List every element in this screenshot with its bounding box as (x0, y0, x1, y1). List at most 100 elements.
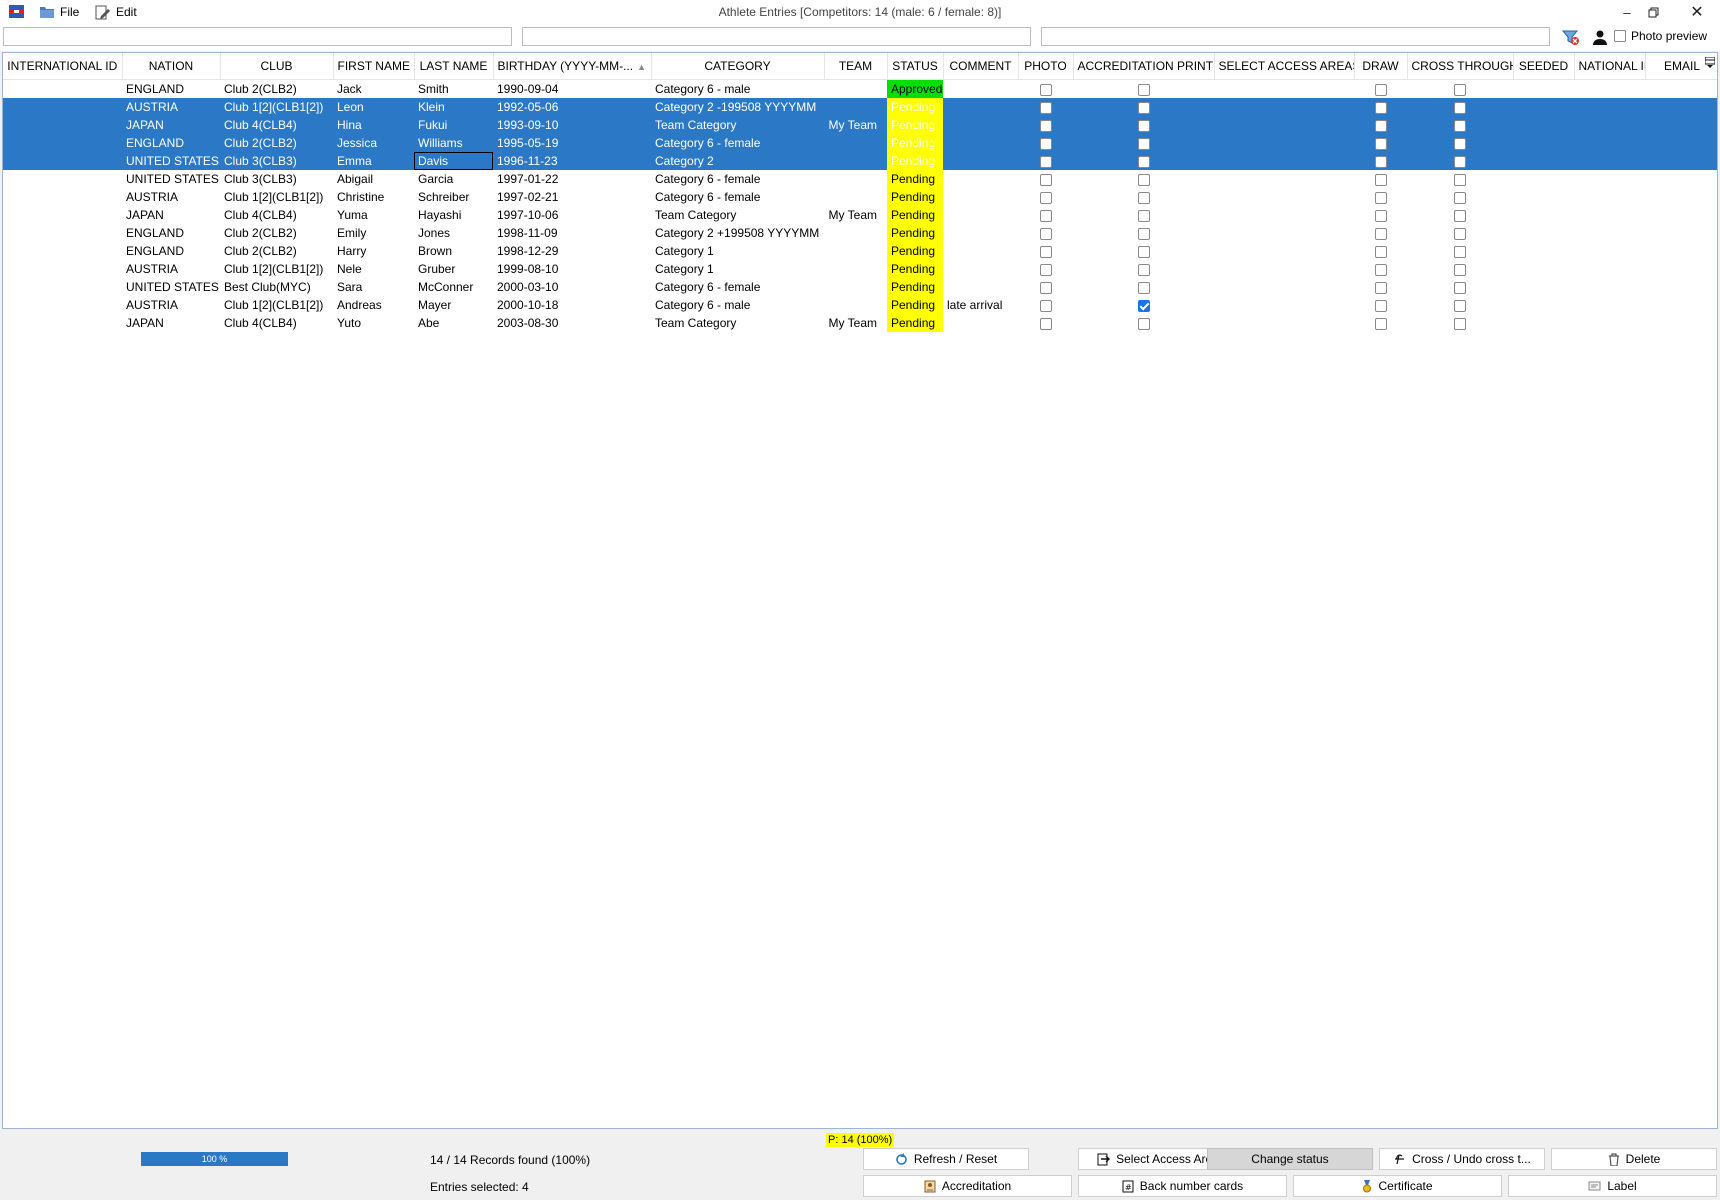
team-cell[interactable] (824, 278, 887, 296)
comment-cell[interactable]: late arrival (943, 296, 1018, 314)
comment-cell[interactable] (943, 98, 1018, 116)
cross-through-checkbox[interactable] (1454, 317, 1466, 330)
accreditation-print-checkbox[interactable] (1137, 173, 1150, 186)
nation-cell[interactable]: AUSTRIA (122, 260, 220, 278)
first-name-cell[interactable]: Jack (333, 80, 414, 99)
category-cell[interactable]: Team Category (651, 314, 824, 332)
select-access-areas-cell[interactable] (1214, 278, 1354, 296)
nation-cell[interactable]: ENGLAND (122, 80, 220, 99)
birthday-cell[interactable]: 2000-10-18 (493, 296, 651, 314)
national-id-cell[interactable] (1574, 314, 1645, 332)
birthday-cell[interactable]: 1997-10-06 (493, 206, 651, 224)
club-cell[interactable]: Best Club(MYC) (220, 278, 333, 296)
last-name-cell[interactable]: Klein (414, 98, 493, 116)
national-id-cell[interactable] (1574, 242, 1645, 260)
club-cell[interactable]: Club 2(CLB2) (220, 80, 333, 99)
team-cell[interactable] (824, 152, 887, 170)
photo-checkbox[interactable] (1039, 263, 1052, 276)
select-access-areas-cell[interactable] (1214, 296, 1354, 314)
last-name-cell[interactable]: Williams (414, 134, 493, 152)
status-cell[interactable]: Pending (887, 170, 943, 188)
column-header[interactable]: DRAW (1354, 53, 1408, 80)
last-name-cell[interactable]: Garcia (414, 170, 493, 188)
nation-cell[interactable]: JAPAN (122, 116, 220, 134)
select-access-areas-cell[interactable] (1214, 98, 1354, 116)
team-cell[interactable]: My Team (824, 116, 887, 134)
draw-checkbox[interactable] (1374, 245, 1387, 258)
accreditation-print-checkbox[interactable] (1137, 227, 1150, 240)
first-name-cell[interactable]: Hina (333, 116, 414, 134)
seeded-cell[interactable] (1513, 152, 1574, 170)
team-cell[interactable] (824, 170, 887, 188)
last-name-cell[interactable]: Mayer (414, 296, 493, 314)
last-name-cell[interactable]: McConner (414, 278, 493, 296)
first-name-cell[interactable]: Yuma (333, 206, 414, 224)
nation-cell[interactable]: UNITED STATES (122, 152, 220, 170)
nation-cell[interactable]: ENGLAND (122, 224, 220, 242)
comment-cell[interactable] (943, 134, 1018, 152)
column-header[interactable]: STATUS (887, 53, 944, 80)
accreditation-print-checkbox[interactable] (1137, 317, 1150, 330)
draw-checkbox[interactable] (1374, 227, 1387, 240)
draw-checkbox[interactable] (1374, 101, 1387, 114)
cross-through-checkbox[interactable] (1454, 281, 1466, 294)
email-cell[interactable] (1645, 152, 1717, 170)
international-id-cell[interactable] (3, 80, 122, 99)
birthday-cell[interactable]: 1996-11-23 (493, 152, 651, 170)
table-row[interactable]: ENGLAND Club 2(CLB2) Jack Smith 1990-09-04 Ca… (3, 79, 1717, 99)
first-name-cell[interactable]: Harry (333, 242, 414, 260)
email-cell[interactable] (1645, 296, 1717, 314)
cross-through-checkbox[interactable] (1454, 191, 1466, 204)
cross-through-checkbox[interactable] (1454, 173, 1466, 186)
status-cell[interactable]: Pending (887, 242, 943, 260)
birthday-cell[interactable]: 2000-03-10 (493, 278, 651, 296)
category-cell[interactable]: Category 1 (651, 260, 824, 278)
draw-checkbox[interactable] (1374, 281, 1387, 294)
team-cell[interactable] (824, 296, 887, 314)
seeded-cell[interactable] (1513, 98, 1574, 116)
column-header[interactable]: PHOTO (1018, 53, 1074, 80)
comment-cell[interactable] (943, 116, 1018, 134)
seeded-cell[interactable] (1513, 278, 1574, 296)
last-name-cell[interactable]: Smith (414, 80, 493, 99)
table-row[interactable]: UNITED STATES Club 3(CLB3) Emma Davis 1996-1… (3, 152, 1717, 170)
email-cell[interactable] (1645, 188, 1717, 206)
cross-through-checkbox[interactable] (1454, 227, 1466, 240)
team-cell[interactable]: My Team (824, 206, 887, 224)
accreditation-print-checkbox[interactable] (1137, 101, 1150, 114)
category-cell[interactable]: Category 6 - female (651, 278, 824, 296)
nation-cell[interactable]: UNITED STATES (122, 170, 220, 188)
restore-button[interactable] (1630, 0, 1676, 24)
first-name-cell[interactable]: Emily (333, 224, 414, 242)
club-cell[interactable]: Club 1[2](CLB1[2]) (220, 188, 333, 206)
table-row[interactable]: AUSTRIA Club 1[2](CLB1[2]) Andreas Mayer 200… (3, 296, 1717, 314)
column-header[interactable]: FIRST NAME (333, 53, 415, 80)
table-row[interactable]: JAPAN Club 4(CLB4) Hina Fukui 1993-09-10 Team… (3, 116, 1717, 134)
select-access-areas-cell[interactable] (1214, 134, 1354, 152)
label-button[interactable]: Label (1508, 1175, 1717, 1197)
birthday-cell[interactable]: 2003-08-30 (493, 314, 651, 332)
first-name-cell[interactable]: Abigail (333, 170, 414, 188)
photo-preview-toggle[interactable]: Photo preview (1614, 29, 1707, 43)
birthday-cell[interactable]: 1997-01-22 (493, 170, 651, 188)
nation-cell[interactable]: AUSTRIA (122, 296, 220, 314)
club-cell[interactable]: Club 1[2](CLB1[2]) (220, 98, 333, 116)
email-cell[interactable] (1645, 116, 1717, 134)
photo-checkbox[interactable] (1039, 281, 1052, 294)
team-cell[interactable] (824, 188, 887, 206)
international-id-cell[interactable] (3, 296, 122, 314)
category-cell[interactable]: Team Category (651, 116, 824, 134)
table-row[interactable]: UNITED STATES Best Club(MYC) Sara McConner 2… (3, 278, 1717, 296)
category-cell[interactable]: Team Category (651, 206, 824, 224)
nation-cell[interactable]: JAPAN (122, 314, 220, 332)
cross-through-checkbox[interactable] (1454, 299, 1466, 312)
person-icon[interactable] (1592, 29, 1608, 45)
select-access-areas-cell[interactable] (1214, 80, 1354, 99)
club-cell[interactable]: Club 1[2](CLB1[2]) (220, 296, 333, 314)
column-header[interactable]: SELECT ACCESS AREAS (1214, 53, 1355, 80)
team-cell[interactable] (824, 98, 887, 116)
cross-through-checkbox[interactable] (1454, 263, 1466, 276)
email-cell[interactable] (1645, 170, 1717, 188)
seeded-cell[interactable] (1513, 134, 1574, 152)
team-cell[interactable]: My Team (824, 314, 887, 332)
